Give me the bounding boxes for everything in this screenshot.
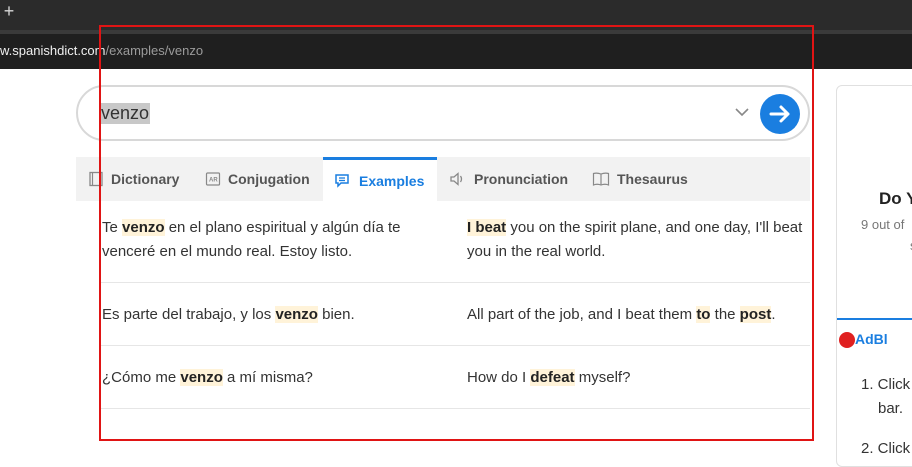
example-row: ¿Cómo me venzo a mí misma? How do I defe… xyxy=(100,346,810,409)
tab-pronunciation[interactable]: Pronunciation xyxy=(449,157,568,201)
panel-subtitle: 9 out of xyxy=(861,217,905,232)
example-row: Es parte del trabajo, y los venzo bien. … xyxy=(100,283,810,346)
sentence-text: the xyxy=(710,306,740,323)
tab-label: Conjugation xyxy=(228,171,310,187)
svg-text:AR: AR xyxy=(209,178,218,184)
panel-divider xyxy=(837,318,912,320)
search-box[interactable]: venzo xyxy=(76,85,810,141)
tab-label: Thesaurus xyxy=(617,171,688,187)
highlighted-word: I beat xyxy=(467,219,507,236)
example-spanish: Te venzo en el plano espiritual y algún … xyxy=(102,216,442,264)
example-english: All part of the job, and I beat them to … xyxy=(467,303,807,327)
adblock-label: AdBl xyxy=(855,331,888,347)
new-tab-button[interactable]: + xyxy=(2,2,16,20)
browser-tab-strip: + xyxy=(0,0,912,31)
sentence-text: Te xyxy=(102,219,123,236)
tab-thesaurus[interactable]: Thesaurus xyxy=(592,157,688,201)
step-item-cont: bar. xyxy=(878,400,904,417)
highlighted-word: to xyxy=(696,306,711,323)
example-spanish: Es parte del trabajo, y los venzo bien. xyxy=(102,303,442,327)
book-icon xyxy=(89,171,103,187)
sentence-text: ¿Cómo me xyxy=(102,369,181,386)
highlighted-word: venzo xyxy=(180,369,223,386)
sentence-text: myself? xyxy=(574,369,631,386)
sentence-text: bien. xyxy=(317,306,355,323)
search-submit-button[interactable] xyxy=(760,94,800,134)
sentence-text: Es parte del trabajo, y los xyxy=(102,306,276,323)
url-path: /examples/venzo xyxy=(105,43,204,58)
speaker-icon xyxy=(450,172,463,186)
step-item: 2. Click xyxy=(861,440,911,457)
open-book-icon xyxy=(592,172,610,186)
url-text[interactable]: w.spanishdict.com/examples/venzo xyxy=(0,43,203,58)
tab-bar: Dictionary AR Conjugation Examples Pronu… xyxy=(76,157,810,201)
example-spanish: ¿Cómo me venzo a mí misma? xyxy=(102,366,442,390)
chevron-down-icon[interactable] xyxy=(733,103,751,121)
example-english: How do I defeat myself? xyxy=(467,366,807,390)
step-item: 1. Click xyxy=(861,376,911,393)
sentence-text: you on the spirit plane, and one day, I'… xyxy=(467,219,803,260)
highlighted-word: defeat xyxy=(530,369,575,386)
chat-bubbles-icon xyxy=(335,173,349,188)
sentence-text: All part of the job, and I beat them xyxy=(467,306,697,323)
example-row: Te venzo en el plano espiritual y algún … xyxy=(100,207,810,283)
tab-conjugation[interactable]: AR Conjugation xyxy=(205,157,310,201)
highlighted-word: post xyxy=(739,306,772,323)
sentence-text: How do I xyxy=(467,369,531,386)
tab-label: Examples xyxy=(359,172,425,189)
tab-examples[interactable]: Examples xyxy=(323,157,437,201)
panel-title: Do Y xyxy=(879,189,912,208)
tab-label: Pronunciation xyxy=(474,171,569,187)
sentence-text: . xyxy=(771,306,776,323)
tab-label: Dictionary xyxy=(111,171,180,187)
right-side-panel: Do Y 9 out of s AdBl 1. Click bar. 2. Cl… xyxy=(836,85,912,467)
search-input[interactable]: venzo xyxy=(100,103,151,124)
conjugation-icon: AR xyxy=(205,172,221,186)
highlighted-word: venzo xyxy=(122,219,165,236)
tab-dictionary[interactable]: Dictionary xyxy=(88,157,179,201)
example-english: I beat you on the spirit plane, and one … xyxy=(467,216,807,264)
address-bar[interactable]: w.spanishdict.com/examples/venzo xyxy=(0,31,912,69)
arrow-right-icon xyxy=(769,105,790,123)
url-domain: w.spanishdict.com xyxy=(0,43,106,58)
highlighted-word: venzo xyxy=(275,306,318,323)
adblock-icon xyxy=(839,332,855,348)
sentence-text: a mí misma? xyxy=(222,369,313,386)
